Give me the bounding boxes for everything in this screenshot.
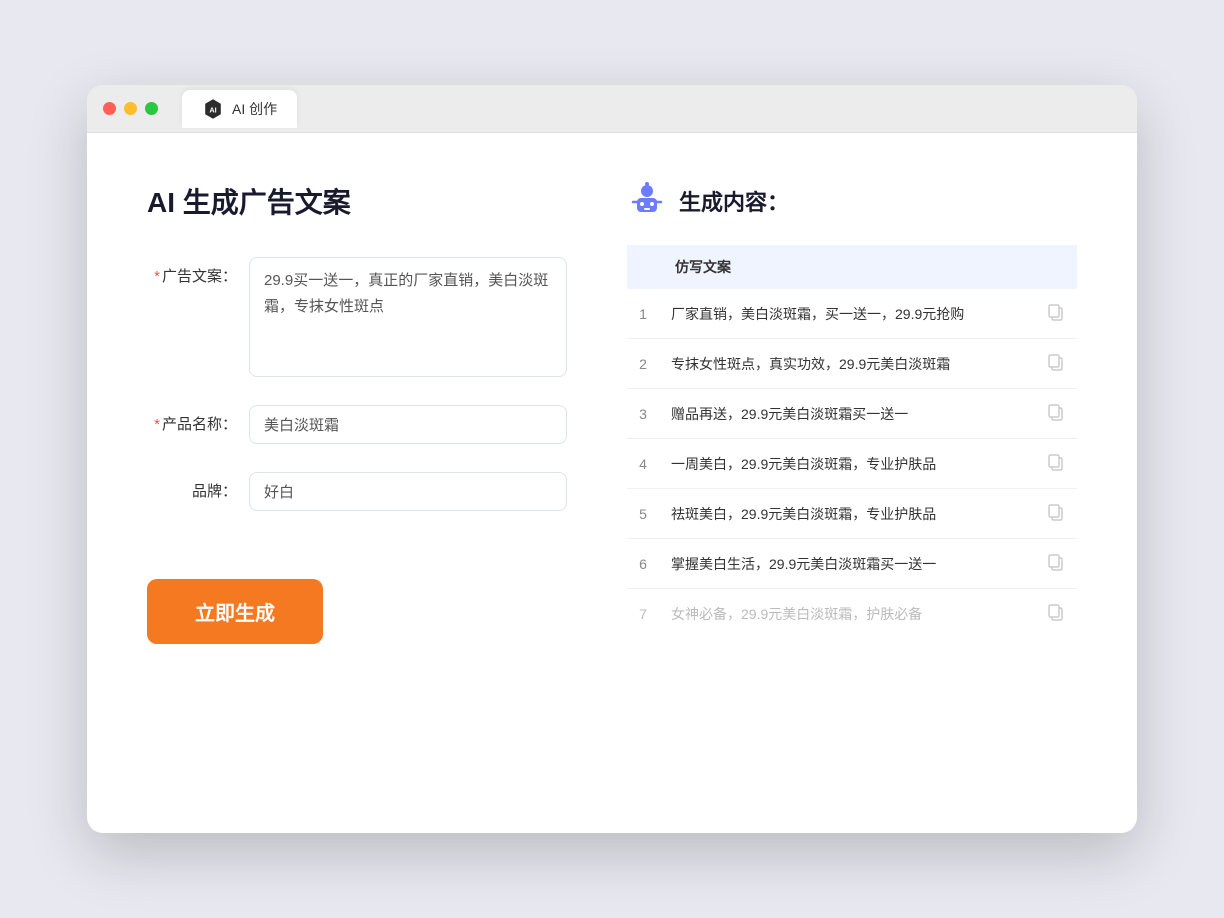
table-row: 7女神必备，29.9元美白淡斑霜，护肤必备 (627, 589, 1077, 639)
right-panel: 生成内容： 仿写文案 1厂家直销，美白淡斑霜，买一送一，29.9元抢购 2专抹女… (627, 181, 1077, 785)
result-table: 仿写文案 1厂家直销，美白淡斑霜，买一送一，29.9元抢购 2专抹女性斑点，真实… (627, 245, 1077, 638)
brand-input[interactable]: 好白 (249, 472, 567, 511)
svg-text:AI: AI (209, 105, 216, 114)
table-row: 4一周美白，29.9元美白淡斑霜，专业护肤品 (627, 439, 1077, 489)
copy-button[interactable] (1035, 589, 1077, 639)
copy-button[interactable] (1035, 489, 1077, 539)
page-title: AI 生成广告文案 (147, 181, 567, 221)
table-row: 3赠品再送，29.9元美白淡斑霜买一送一 (627, 389, 1077, 439)
required-star-1: * (154, 268, 160, 285)
left-panel: AI 生成广告文案 *广告文案： 29.9买一送一，真正的厂家直销，美白淡斑霜，… (147, 181, 567, 785)
row-text: 厂家直销，美白淡斑霜，买一送一，29.9元抢购 (659, 289, 1035, 339)
copy-icon (1047, 503, 1065, 521)
table-row: 1厂家直销，美白淡斑霜，买一送一，29.9元抢购 (627, 289, 1077, 339)
minimize-button[interactable] (124, 102, 137, 115)
product-name-row: *产品名称： 美白淡斑霜 (147, 405, 567, 444)
copy-icon (1047, 403, 1065, 421)
result-title: 生成内容： (679, 185, 789, 217)
copy-icon (1047, 353, 1065, 371)
generate-button[interactable]: 立即生成 (147, 579, 323, 644)
browser-window: AI AI 创作 AI 生成广告文案 *广告文案： 29.9买一送一，真正的厂家… (87, 85, 1137, 833)
copy-button[interactable] (1035, 339, 1077, 389)
row-number: 1 (627, 289, 659, 339)
col-text: 仿写文案 (659, 245, 1035, 289)
copy-icon (1047, 553, 1065, 571)
row-number: 5 (627, 489, 659, 539)
row-text: 祛斑美白，29.9元美白淡斑霜，专业护肤品 (659, 489, 1035, 539)
brand-label: 品牌： (147, 472, 237, 501)
copy-button[interactable] (1035, 439, 1077, 489)
row-text: 赠品再送，29.9元美白淡斑霜买一送一 (659, 389, 1035, 439)
copy-button[interactable] (1035, 289, 1077, 339)
table-row: 2专抹女性斑点，真实功效，29.9元美白淡斑霜 (627, 339, 1077, 389)
table-row: 5祛斑美白，29.9元美白淡斑霜，专业护肤品 (627, 489, 1077, 539)
row-number: 4 (627, 439, 659, 489)
ad-copy-row: *广告文案： 29.9买一送一，真正的厂家直销，美白淡斑霜，专抹女性斑点 (147, 257, 567, 377)
row-number: 6 (627, 539, 659, 589)
ai-tab[interactable]: AI AI 创作 (182, 90, 297, 128)
row-text: 掌握美白生活，29.9元美白淡斑霜买一送一 (659, 539, 1035, 589)
robot-icon (627, 181, 667, 221)
row-text: 一周美白，29.9元美白淡斑霜，专业护肤品 (659, 439, 1035, 489)
copy-button[interactable] (1035, 539, 1077, 589)
ad-copy-textarea[interactable]: 29.9买一送一，真正的厂家直销，美白淡斑霜，专抹女性斑点 (249, 257, 567, 377)
brand-row: 品牌： 好白 (147, 472, 567, 511)
copy-icon (1047, 603, 1065, 621)
col-num (627, 245, 659, 289)
row-number: 7 (627, 589, 659, 639)
copy-icon (1047, 303, 1065, 321)
required-star-2: * (154, 416, 160, 433)
result-header: 生成内容： (627, 181, 1077, 221)
main-content: AI 生成广告文案 *广告文案： 29.9买一送一，真正的厂家直销，美白淡斑霜，… (87, 133, 1137, 833)
row-number: 3 (627, 389, 659, 439)
row-text: 专抹女性斑点，真实功效，29.9元美白淡斑霜 (659, 339, 1035, 389)
titlebar: AI AI 创作 (87, 85, 1137, 133)
product-name-input[interactable]: 美白淡斑霜 (249, 405, 567, 444)
col-copy (1035, 245, 1077, 289)
close-button[interactable] (103, 102, 116, 115)
product-name-label: *产品名称： (147, 405, 237, 434)
copy-button[interactable] (1035, 389, 1077, 439)
maximize-button[interactable] (145, 102, 158, 115)
ad-copy-label: *广告文案： (147, 257, 237, 286)
row-number: 2 (627, 339, 659, 389)
table-row: 6掌握美白生活，29.9元美白淡斑霜买一送一 (627, 539, 1077, 589)
tab-label: AI 创作 (232, 99, 277, 119)
copy-icon (1047, 453, 1065, 471)
row-text: 女神必备，29.9元美白淡斑霜，护肤必备 (659, 589, 1035, 639)
ai-tab-icon: AI (202, 98, 224, 120)
